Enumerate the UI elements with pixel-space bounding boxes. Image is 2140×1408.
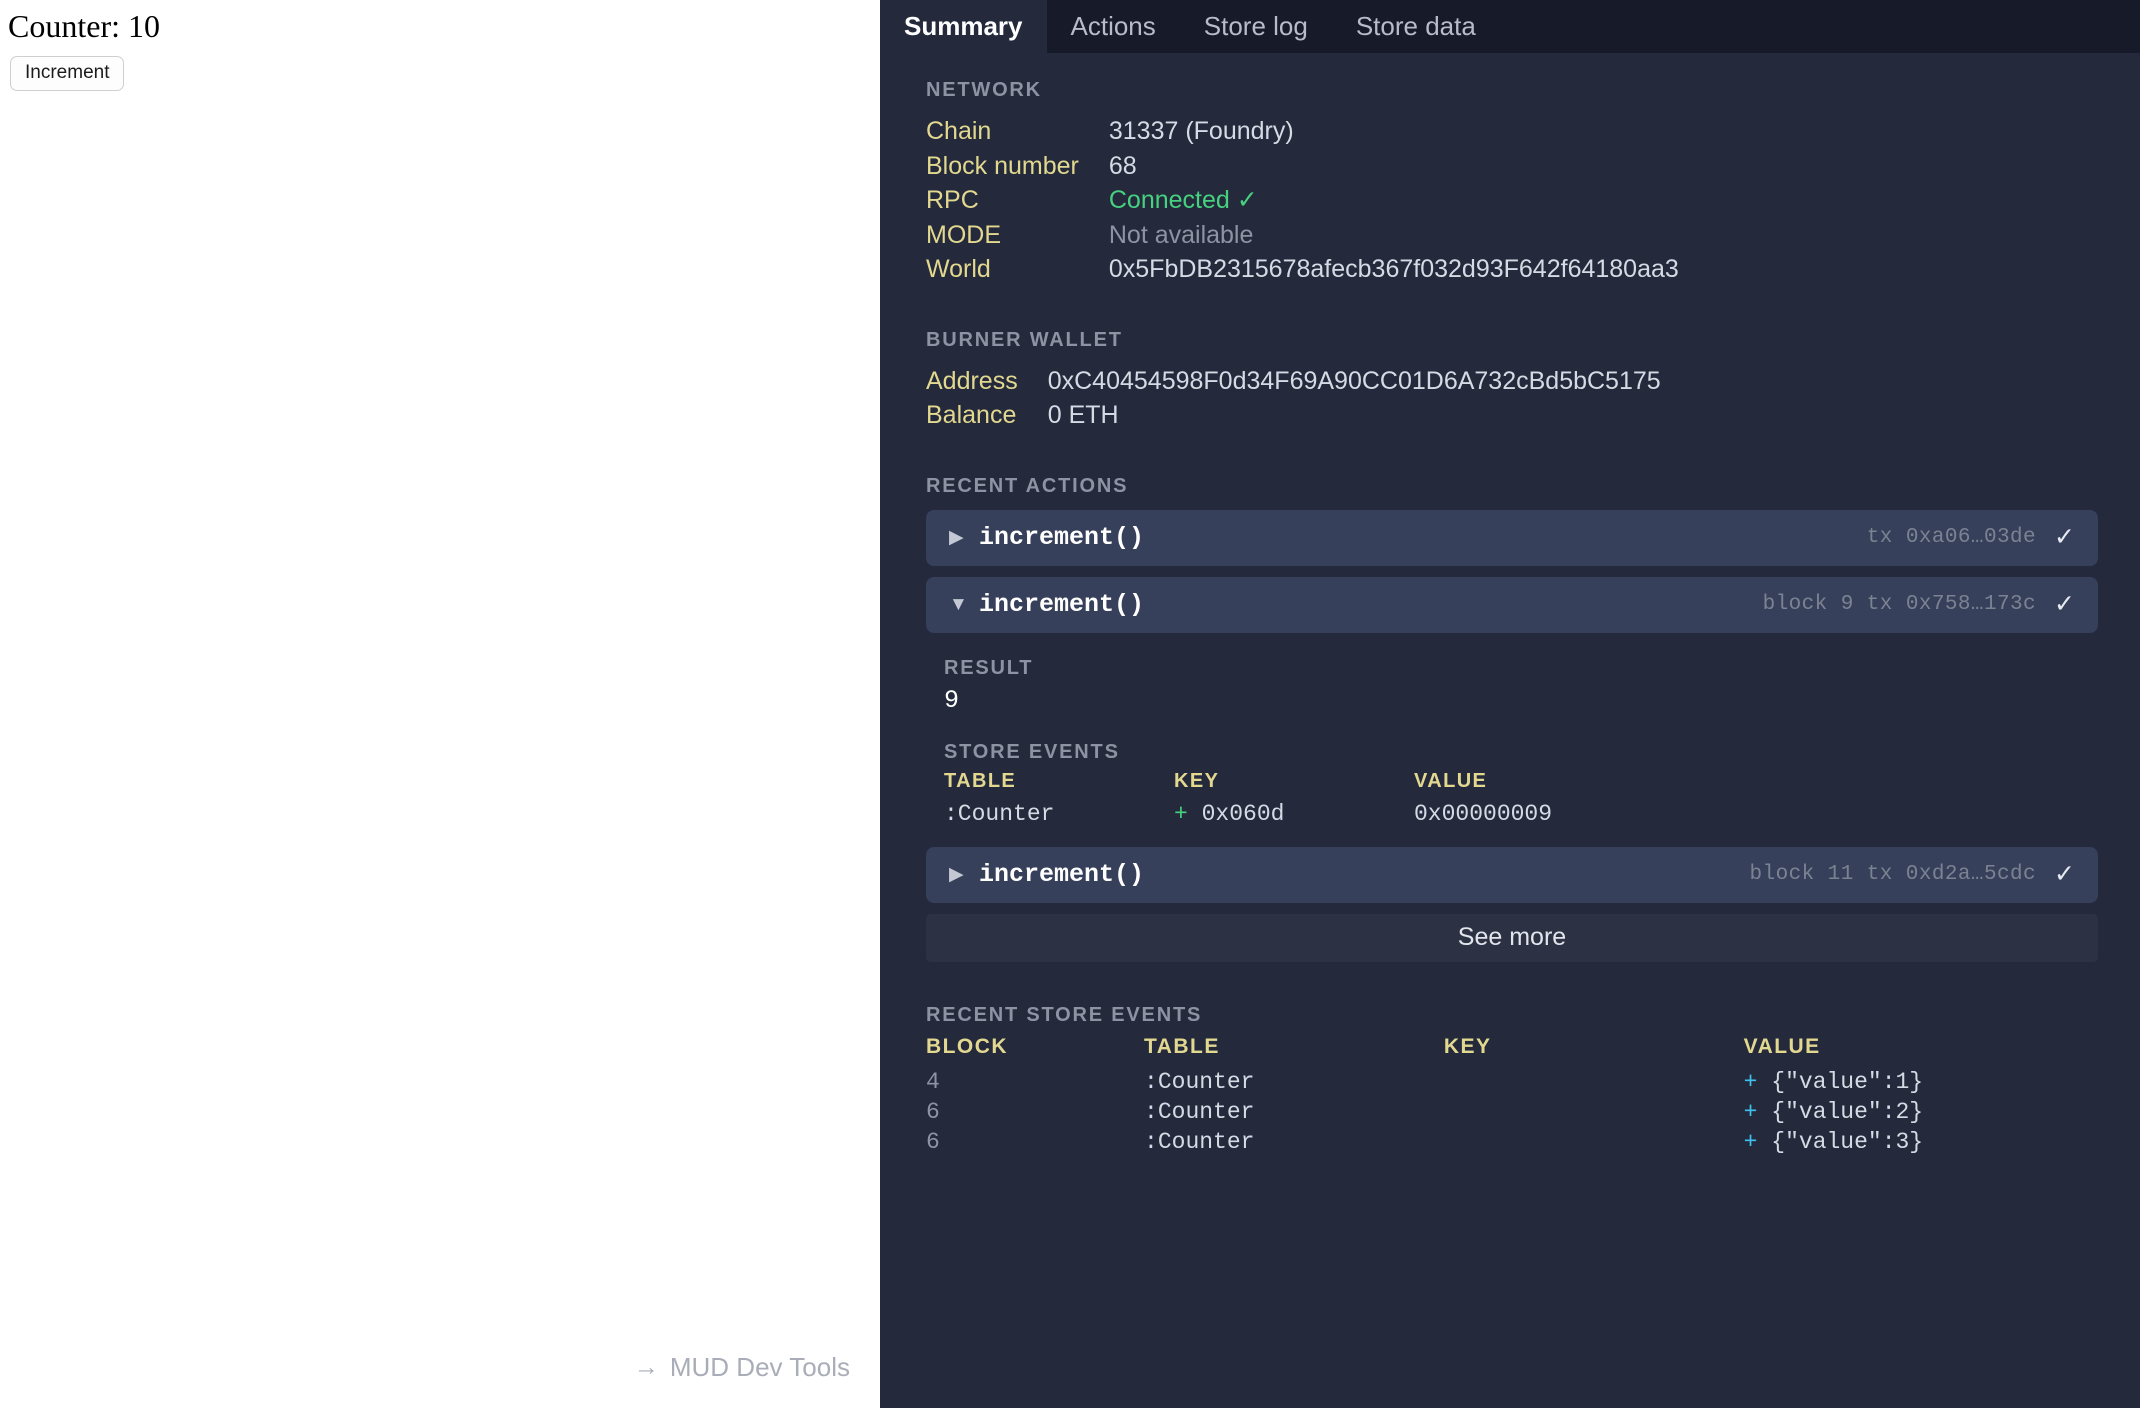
action-meta: tx 0xa06…03de xyxy=(1866,526,2037,549)
rse-row: 6 :Counter + {"value":3} xyxy=(926,1127,2098,1157)
store-events-column-header: KEY xyxy=(1174,769,1220,792)
recent-store-events-section-heading: RECENT STORE EVENTS xyxy=(926,1003,1203,1026)
action-status-check-icon: ✓ xyxy=(2054,523,2075,551)
network-value: 0x5FbDB2315678afecb367f032d93F642f64180a… xyxy=(1108,255,1679,283)
action-row[interactable]: ▼ increment() block 9 tx 0x758…173c ✓ xyxy=(926,576,2098,633)
chevron-down-icon[interactable]: ▼ xyxy=(949,595,979,614)
burner-wallet-section-heading: BURNER WALLET xyxy=(926,328,1123,351)
rse-value: + {"value":1} xyxy=(1744,1067,2098,1097)
burner-wallet-row: Balance 0 ETH xyxy=(926,398,1661,433)
plus-icon: + xyxy=(1743,1098,1758,1125)
tab-store-log[interactable]: Store log xyxy=(1180,0,1332,53)
store-event-key-value: 0x060d xyxy=(1201,800,1285,827)
rse-key xyxy=(1444,1127,1744,1157)
network-value: Not available xyxy=(1108,220,1254,249)
rse-column-header: KEY xyxy=(1443,1034,1492,1058)
network-section-heading: NETWORK xyxy=(926,79,1042,101)
store-event-table: :Counter xyxy=(944,800,1055,827)
tab-store-data[interactable]: Store data xyxy=(1332,0,1500,53)
burner-wallet-value: 0 ETH xyxy=(1047,401,1119,429)
network-value: Connected ✓ xyxy=(1108,186,1258,214)
store-events-table: TABLE KEY VALUE:Counter + 0x060d 0x00000009 xyxy=(944,770,1674,829)
rse-column-header: BLOCK xyxy=(926,1034,1009,1058)
network-key: Block number xyxy=(926,151,1079,180)
network-row: Chain 31337 (Foundry) xyxy=(926,114,1679,149)
network-row: MODE Not available xyxy=(926,218,1679,253)
action-name: increment() xyxy=(979,860,1145,889)
rse-block: 6 xyxy=(926,1098,940,1125)
store-event-value: 0x00000009 xyxy=(1414,800,1553,827)
rse-value-text: {"value":1} xyxy=(1771,1068,1924,1095)
rse-table-name: :Counter xyxy=(1144,1068,1255,1095)
mud-dev-tools-label: MUD Dev Tools xyxy=(669,1352,850,1382)
store-events-row: :Counter + 0x060d 0x00000009 xyxy=(944,799,1674,829)
rse-table-name: :Counter xyxy=(1144,1098,1255,1125)
burner-wallet-key: Balance xyxy=(926,401,1017,429)
summary-panel: NETWORK Chain 31337 (Foundry) Block number… xyxy=(880,53,2140,1408)
recent-actions-list: ▶ increment() tx 0xa06…03de ✓ ▼ increment() bl… xyxy=(926,509,2098,903)
chevron-right-icon[interactable]: ▶ xyxy=(949,528,979,547)
network-value: 68 xyxy=(1108,151,1137,180)
network-table: Chain 31337 (Foundry) Block number 68 RPC Con… xyxy=(926,114,1679,287)
network-key: Chain xyxy=(926,117,992,145)
devtools-panel: Summary Actions Store log Store data NETWOR… xyxy=(880,0,2140,1408)
recent-actions-section-heading: RECENT ACTIONS xyxy=(926,474,1129,497)
network-row: RPC Connected ✓ xyxy=(926,183,1679,218)
rse-value-text: {"value":3} xyxy=(1771,1128,1924,1155)
rse-row: 4 :Counter + {"value":1} xyxy=(926,1067,2098,1097)
chevron-right-icon[interactable]: ▶ xyxy=(949,865,979,884)
recent-store-events-table: BLOCK TABLE KEY VALUE 4 :Counter + {"value":1… xyxy=(926,1035,2098,1157)
rse-table-name: :Counter xyxy=(1144,1128,1255,1155)
arrow-right-icon: → xyxy=(633,1353,659,1381)
rse-block: 6 xyxy=(926,1128,940,1155)
rse-key xyxy=(1444,1067,1744,1097)
network-key: RPC xyxy=(926,186,979,214)
tab-actions[interactable]: Actions xyxy=(1047,0,1180,53)
action-detail: RESULT 9 STORE EVENTS TABLE KEY VALUE :Counter… xyxy=(926,644,2098,847)
plus-icon: + xyxy=(1743,1068,1758,1095)
network-key: World xyxy=(926,255,991,283)
rse-block: 4 xyxy=(926,1068,940,1095)
action-row[interactable]: ▶ increment() tx 0xa06…03de ✓ xyxy=(926,509,2098,566)
rse-value-text: {"value":2} xyxy=(1771,1098,1924,1125)
counter-label: Counter: 10 xyxy=(8,8,160,44)
mud-dev-tools-link[interactable]: → MUD Dev Tools xyxy=(634,1352,850,1383)
action-name: increment() xyxy=(979,523,1145,552)
burner-wallet-key: Address xyxy=(926,366,1018,395)
tab-summary[interactable]: Summary xyxy=(880,0,1047,53)
rse-column-header: VALUE xyxy=(1743,1034,1821,1058)
store-events-heading: STORE EVENTS xyxy=(944,740,1120,763)
result-heading: RESULT xyxy=(944,656,1034,679)
rse-key xyxy=(1444,1097,1744,1127)
rse-value: + {"value":2} xyxy=(1744,1097,2098,1127)
result-value: 9 xyxy=(944,685,960,715)
rse-row: 6 :Counter + {"value":2} xyxy=(926,1097,2098,1127)
rse-value: + {"value":3} xyxy=(1744,1127,2098,1157)
burner-wallet-row: Address 0xC40454598F0d34F69A90CC01D6A732c… xyxy=(926,364,1661,399)
tab-bar: Summary Actions Store log Store data xyxy=(880,0,2140,53)
action-name: increment() xyxy=(979,590,1145,619)
action-status-check-icon: ✓ xyxy=(2054,860,2075,888)
store-events-column-header: TABLE xyxy=(944,769,1017,792)
burner-wallet-value: 0xC40454598F0d34F69A90CC01D6A732cBd5bC51… xyxy=(1047,366,1661,395)
store-event-key: + 0x060d xyxy=(1174,799,1414,829)
network-row: World 0x5FbDB2315678afecb367f032d93F642f6… xyxy=(926,252,1679,287)
increment-button[interactable]: Increment xyxy=(10,56,125,91)
burner-wallet-table: Address 0xC40454598F0d34F69A90CC01D6A732c… xyxy=(926,364,1661,433)
action-meta: block 9 tx 0x758…173c xyxy=(1762,593,2037,616)
see-more-button[interactable]: See more xyxy=(926,913,2098,962)
action-row[interactable]: ▶ increment() block 11 tx 0xd2a…5cdc ✓ xyxy=(926,846,2098,903)
action-status-check-icon: ✓ xyxy=(2054,590,2075,618)
app-pane: Counter: 10 Increment → MUD Dev Tools xyxy=(0,0,880,1408)
plus-icon: + xyxy=(1743,1128,1758,1155)
action-meta: block 11 tx 0xd2a…5cdc xyxy=(1749,863,2037,886)
network-value: 31337 (Foundry) xyxy=(1108,117,1294,145)
plus-icon: + xyxy=(1174,800,1188,827)
store-events-column-header: VALUE xyxy=(1414,769,1488,792)
network-row: Block number 68 xyxy=(926,149,1679,184)
network-key: MODE xyxy=(926,220,1001,249)
rse-column-header: TABLE xyxy=(1144,1034,1220,1058)
